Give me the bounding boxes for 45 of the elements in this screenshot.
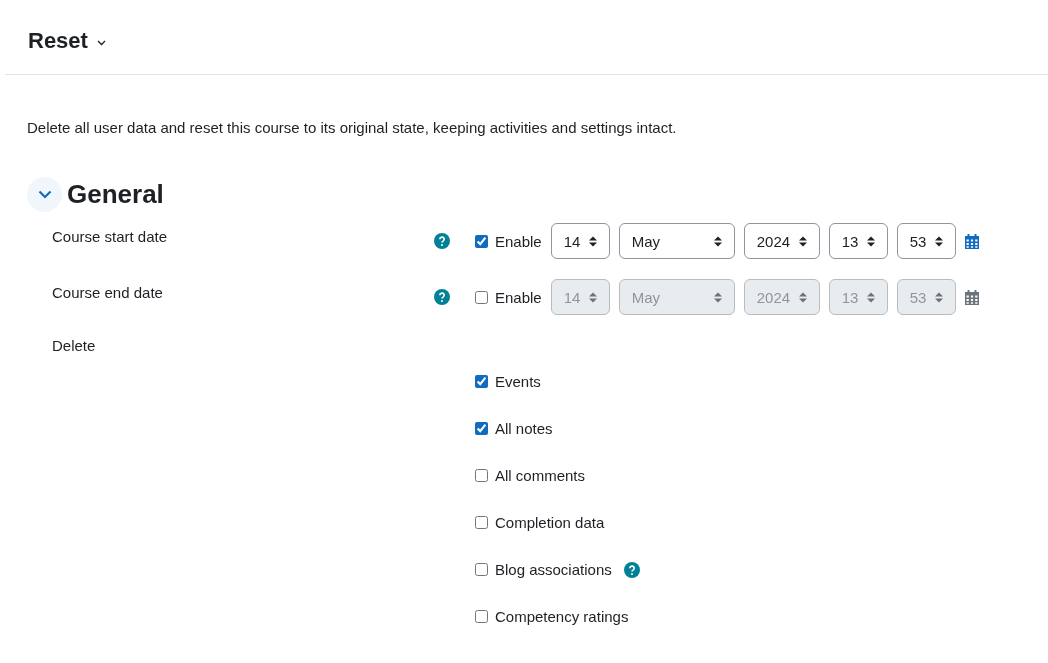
- help-icon[interactable]: [434, 289, 450, 305]
- checkbox-label: Completion data: [495, 514, 605, 531]
- section-title: General: [67, 179, 164, 210]
- select-field[interactable]: 2024: [743, 223, 820, 259]
- sort-arrows-icon: [588, 235, 597, 247]
- sort-arrows-icon: [588, 291, 597, 303]
- sort-arrows-icon: [934, 235, 943, 247]
- sort-arrows-icon: [866, 291, 875, 303]
- option-checkbox[interactable]: [475, 422, 488, 435]
- calendar-icon[interactable]: [964, 233, 979, 249]
- option-checkbox[interactable]: [475, 563, 488, 576]
- option-checkbox[interactable]: [475, 469, 488, 482]
- sort-arrows-icon: [798, 291, 807, 303]
- field-label: Course end date: [51, 283, 164, 301]
- sort-arrows-icon: [866, 235, 875, 247]
- checkbox-label: All comments: [495, 467, 586, 484]
- select-field[interactable]: 13: [828, 223, 888, 259]
- help-icon[interactable]: [434, 233, 450, 249]
- caret-icon[interactable]: [96, 39, 106, 46]
- field-label: Delete: [51, 336, 97, 354]
- sort-arrows-icon: [713, 235, 722, 247]
- sort-arrows-icon: [934, 291, 943, 303]
- option-checkbox[interactable]: [475, 516, 488, 529]
- checkbox-label: Enable: [495, 288, 542, 306]
- page-description: Delete all user data and reset this course to its original state, keeping activities and settings intact.: [27, 119, 678, 136]
- option-checkbox[interactable]: [475, 375, 488, 388]
- chevron-icon: [37, 190, 52, 199]
- page-title: Reset: [28, 27, 88, 54]
- field-label: Course start date: [51, 227, 169, 245]
- checkbox-label: Blog associations: [495, 561, 612, 578]
- select-field[interactable]: 53: [896, 223, 956, 259]
- checkbox-label: All notes: [495, 420, 553, 437]
- enable-checkbox[interactable]: [475, 290, 488, 304]
- checkbox-label: Enable: [495, 232, 542, 250]
- enable-checkbox[interactable]: [475, 234, 488, 248]
- sort-arrows-icon: [713, 291, 722, 303]
- option-checkbox[interactable]: [475, 610, 488, 623]
- sort-arrows-icon: [798, 235, 807, 247]
- collapse-toggle[interactable]: [27, 177, 62, 212]
- checkbox-label: Competency ratings: [495, 608, 629, 625]
- checkbox-label: Events: [495, 373, 541, 390]
- calendar-icon[interactable]: [964, 289, 979, 305]
- select-field[interactable]: May: [618, 223, 735, 259]
- help-icon[interactable]: [623, 561, 640, 578]
- select-field[interactable]: 14: [550, 223, 610, 259]
